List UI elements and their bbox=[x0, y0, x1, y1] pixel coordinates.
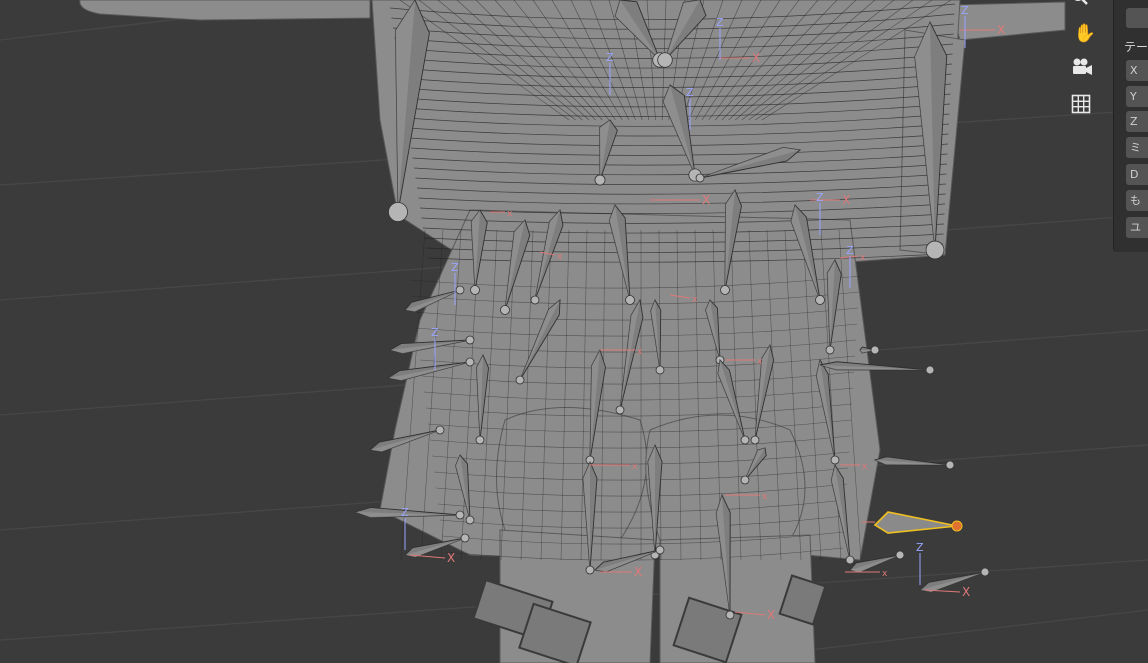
sidebar-tab-label[interactable]: テー bbox=[1124, 38, 1148, 55]
axis-x-label: x bbox=[762, 492, 768, 502]
axis-x-label: X bbox=[997, 23, 1005, 37]
bone-joint bbox=[725, 610, 735, 620]
axis-x-label: X bbox=[634, 565, 642, 579]
axis-x-label: X bbox=[702, 193, 710, 207]
viewport-scene[interactable]: XXXXXXXXxxxxxxxxxxxZZZZZZZZZZ bbox=[0, 0, 1148, 663]
axis-z-label: Z bbox=[686, 86, 694, 99]
sidebar-field-y[interactable]: Y bbox=[1126, 86, 1148, 107]
axis-x-label: x bbox=[862, 462, 868, 472]
axis-z-label: Z bbox=[961, 4, 969, 17]
bone-joint bbox=[455, 285, 465, 295]
bone-joint bbox=[945, 460, 955, 470]
bone-joint bbox=[625, 295, 635, 305]
bone-joint bbox=[655, 365, 665, 375]
bone-joint bbox=[825, 345, 835, 355]
axis-x-label: X bbox=[962, 585, 970, 599]
bone-joint bbox=[655, 545, 665, 555]
bone-joint bbox=[615, 405, 625, 415]
bone-joint bbox=[740, 475, 750, 485]
camera-icon[interactable] bbox=[1071, 57, 1099, 85]
bone-joint bbox=[460, 533, 470, 543]
bone-joint bbox=[585, 565, 595, 575]
bone-joint bbox=[870, 345, 880, 355]
bone-joint bbox=[720, 285, 730, 295]
bone-joint bbox=[455, 510, 465, 520]
character-mesh[interactable] bbox=[79, 0, 1066, 663]
axis-x-label: X bbox=[752, 51, 760, 65]
3d-viewport[interactable]: XXXXXXXXxxxxxxxxxxxZZZZZZZZZZ ✋ bbox=[0, 0, 1148, 663]
bone-joint bbox=[500, 305, 510, 315]
axis-z-label: Z bbox=[606, 51, 614, 64]
axis-z-label: Z bbox=[816, 191, 824, 204]
bone-joint bbox=[515, 375, 525, 385]
sidebar-header-field[interactable] bbox=[1126, 8, 1148, 28]
bone-joint bbox=[740, 435, 750, 445]
axis-z-label: Z bbox=[451, 261, 459, 274]
bone-joint bbox=[465, 515, 475, 525]
axis-x-label: x bbox=[557, 252, 563, 262]
bone-joint bbox=[530, 295, 540, 305]
selected-bone-tip bbox=[951, 520, 963, 532]
bone-joint bbox=[980, 567, 990, 577]
axis-z-label: Z bbox=[716, 16, 724, 29]
bone-joint bbox=[388, 202, 408, 222]
selected-bone[interactable] bbox=[873, 511, 963, 534]
sidebar-field-4[interactable]: ミ bbox=[1126, 137, 1148, 158]
axis-z-label: Z bbox=[846, 244, 854, 257]
selected-bone-body bbox=[873, 511, 958, 534]
bone-joint bbox=[815, 295, 825, 305]
axis-x-label: x bbox=[882, 569, 888, 579]
bone-joint bbox=[465, 335, 475, 345]
sidebar-field-z[interactable]: Z bbox=[1126, 111, 1148, 132]
axis-x-label: x bbox=[637, 347, 643, 357]
axis-x-label: x bbox=[757, 357, 763, 367]
axis-z-label: Z bbox=[431, 326, 439, 339]
axis-x-label: x bbox=[692, 295, 698, 305]
bone-joint bbox=[470, 285, 480, 295]
bone-joint bbox=[895, 550, 905, 560]
bone-joint bbox=[830, 455, 840, 465]
sidebar-field-6[interactable]: も bbox=[1126, 190, 1148, 211]
axis-x-label: x bbox=[632, 462, 638, 472]
bone-joint bbox=[657, 52, 673, 68]
sidebar-field-5[interactable]: D bbox=[1126, 164, 1148, 185]
bone-joint bbox=[845, 555, 855, 565]
axis-z-label: Z bbox=[401, 506, 409, 519]
bone-joint bbox=[695, 173, 705, 183]
bone-joint bbox=[750, 435, 760, 445]
axis-x-label: X bbox=[767, 608, 775, 622]
sidebar-n-panel[interactable]: テー X Y Z ミ D も ユ bbox=[1113, 0, 1148, 252]
bone-joint bbox=[475, 435, 485, 445]
bone-joint bbox=[465, 357, 475, 367]
axis-x-label: X bbox=[842, 193, 850, 207]
bone-joint bbox=[925, 365, 935, 375]
sidebar-field-7[interactable]: ユ bbox=[1126, 217, 1148, 238]
bone-joint bbox=[594, 174, 606, 186]
arm-left bbox=[79, 0, 371, 21]
bone-joint bbox=[925, 240, 945, 260]
axis-x-label: x bbox=[507, 209, 513, 219]
sidebar-field-x[interactable]: X bbox=[1126, 60, 1148, 81]
hand-pan-icon[interactable]: ✋ bbox=[1071, 19, 1099, 47]
hand-glyph: ✋ bbox=[1073, 22, 1097, 44]
axis-x-label: X bbox=[447, 551, 455, 565]
bone-joint bbox=[435, 425, 445, 435]
grid-ortho-icon[interactable] bbox=[1071, 94, 1099, 122]
axis-x-label: x bbox=[860, 253, 866, 263]
axis-z-label: Z bbox=[916, 541, 924, 554]
